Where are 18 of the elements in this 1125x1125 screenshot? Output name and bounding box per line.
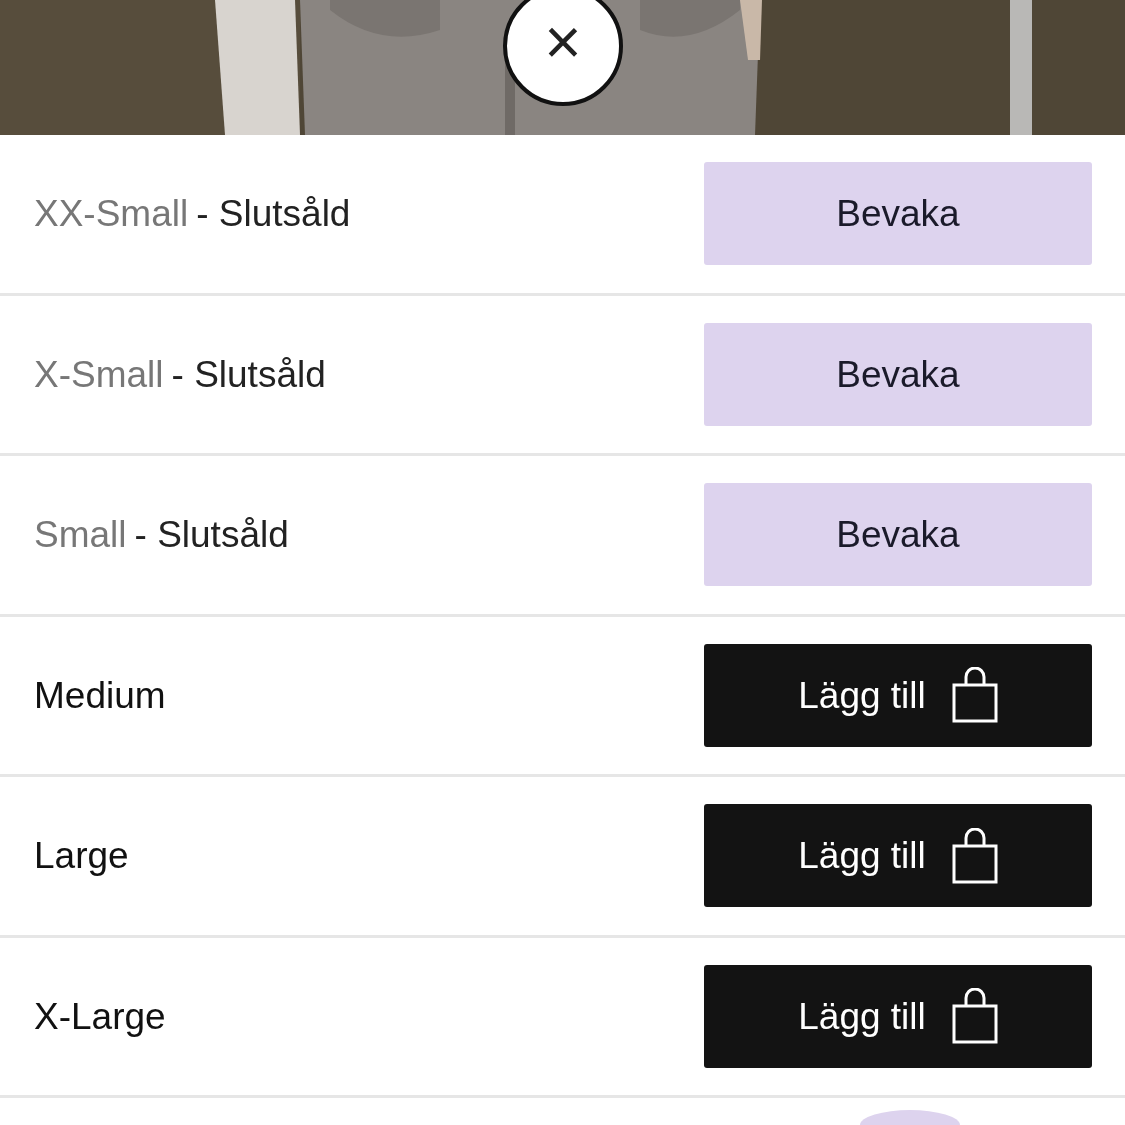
notify-button[interactable]: Bevaka — [704, 322, 1092, 426]
notify-button[interactable]: Bevaka — [704, 483, 1092, 587]
size-label: Small — [34, 513, 127, 557]
add-to-bag-button[interactable]: Lägg till — [704, 964, 1092, 1068]
shopping-bag-icon — [951, 827, 998, 884]
shopping-bag-icon — [951, 667, 998, 724]
size-label: X-Large — [34, 994, 166, 1039]
status-text: - Slutsåld — [134, 513, 289, 557]
size-label: XX-Small — [34, 192, 189, 236]
add-to-bag-button[interactable]: Lägg till — [704, 804, 1092, 908]
status-text: - Slutsåld — [171, 352, 326, 397]
size-label: Medium — [34, 673, 166, 718]
notify-button[interactable]: Bevaka — [704, 162, 1092, 266]
size-label: X-Small — [34, 352, 164, 397]
add-to-bag-button[interactable]: Lägg till — [704, 643, 1092, 747]
size-label: Large — [34, 834, 129, 878]
status-text: - Slutsåld — [196, 192, 351, 236]
shopping-bag-icon — [951, 988, 998, 1045]
